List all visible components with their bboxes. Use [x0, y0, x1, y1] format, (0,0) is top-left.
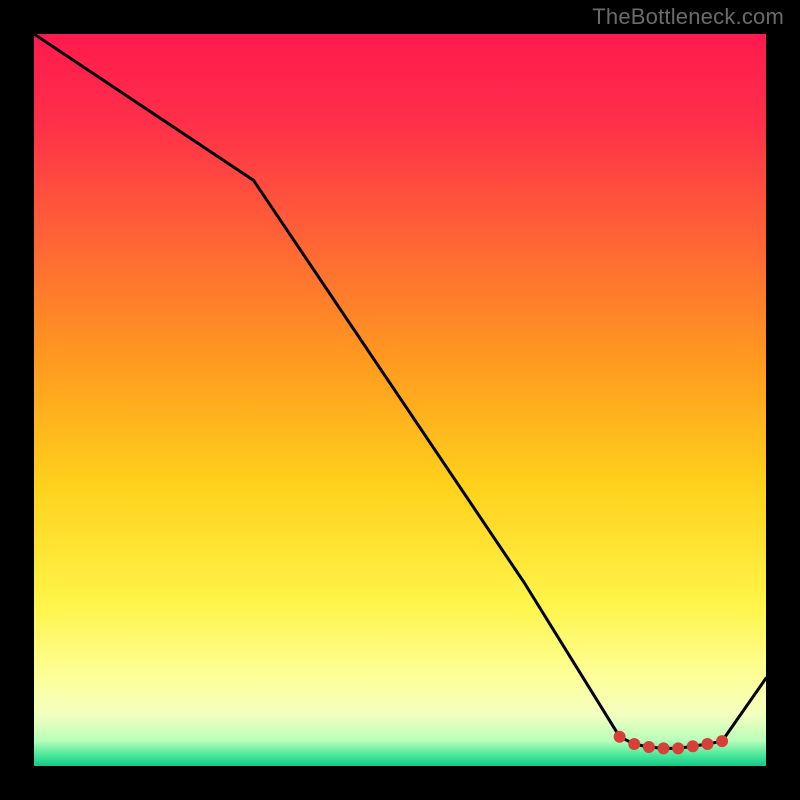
- marker-dot: [672, 742, 684, 754]
- marker-dot: [716, 735, 728, 747]
- marker-dot: [628, 738, 640, 750]
- chart-svg: [34, 34, 766, 766]
- marker-dot: [687, 740, 699, 752]
- chart-frame: TheBottleneck.com: [0, 0, 800, 800]
- marker-dot: [614, 731, 626, 743]
- plot-area: [34, 34, 766, 766]
- marker-dot: [643, 741, 655, 753]
- watermark-text: TheBottleneck.com: [592, 4, 784, 30]
- marker-dot: [658, 742, 670, 754]
- marker-dot: [701, 738, 713, 750]
